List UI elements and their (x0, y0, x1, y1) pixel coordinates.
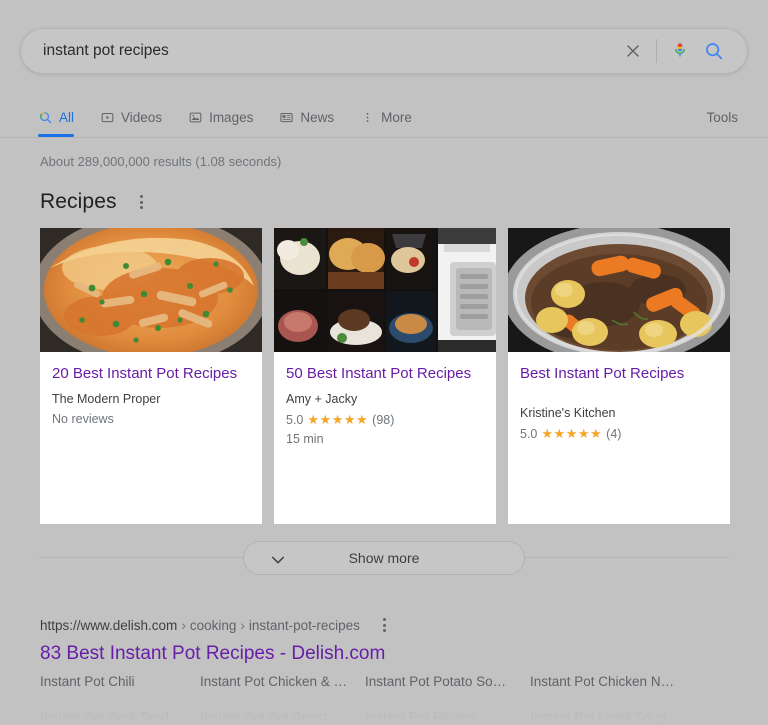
rating-value: 5.0 (520, 427, 538, 441)
recipe-image (274, 228, 496, 352)
search-nav: All Videos Images News More Tools (0, 98, 768, 138)
rating-count: (4) (606, 427, 622, 441)
news-icon (279, 110, 294, 125)
sitelink[interactable]: Instant Pot Chicken & … (200, 674, 365, 689)
tab-videos[interactable]: Videos (100, 98, 162, 136)
recipe-rating: 5.0 ★★★★★ (98) (286, 412, 484, 428)
recipe-collage-photo (274, 228, 496, 352)
microphone-icon (675, 43, 685, 57)
search-bar[interactable] (20, 28, 748, 74)
voice-search-button[interactable] (663, 34, 697, 68)
recipe-card[interactable]: Best Instant Pot Recipes Kristine's Kitc… (508, 228, 730, 524)
rating-count: (98) (372, 413, 395, 427)
search-divider (656, 39, 657, 63)
breadcrumb-separator: › (240, 617, 245, 633)
tab-all[interactable]: All (38, 98, 75, 137)
search-icon (706, 43, 723, 60)
show-more-section: Show more (38, 541, 730, 575)
tab-all-label: All (59, 109, 75, 125)
search-input[interactable] (21, 29, 616, 73)
tab-news[interactable]: News (279, 98, 334, 136)
recipe-card[interactable]: 50 Best Instant Pot Recipes Amy + Jacky … (274, 228, 496, 524)
tab-videos-label: Videos (121, 109, 163, 125)
recipe-source: Amy + Jacky (286, 392, 358, 406)
tab-more[interactable]: More (360, 98, 412, 136)
tab-more-label: More (381, 109, 412, 125)
recipe-title[interactable]: 20 Best Instant Pot Recipes (52, 364, 250, 384)
show-more-button[interactable]: Show more (243, 541, 525, 575)
sitelink[interactable]: Instant Pot Pot Roast … (200, 710, 365, 725)
recipe-image (508, 228, 730, 352)
search-tabs: All Videos Images News More (38, 98, 438, 137)
tab-images[interactable]: Images (188, 98, 253, 136)
recipes-heading: Recipes (40, 190, 117, 213)
url-domain: https://www.delish.com (40, 617, 178, 633)
recipe-card-body: 50 Best Instant Pot Recipes Amy + Jacky … (274, 352, 496, 446)
recipes-carousel: 20 Best Instant Pot Recipes The Modern P… (40, 228, 730, 524)
image-icon (188, 110, 203, 125)
close-icon (627, 45, 639, 57)
pot-roast-photo (508, 228, 730, 352)
sitelink[interactable]: Instant Pot Risotto (365, 710, 530, 725)
sitelink[interactable]: Instant Pot Chicken N… (530, 674, 695, 689)
recipes-menu-button[interactable] (131, 191, 153, 213)
clear-search-button[interactable] (616, 34, 650, 68)
sitelink[interactable]: Instant Pot Potato So… (365, 674, 530, 689)
show-more-label: Show more (348, 550, 420, 566)
tools-button[interactable]: Tools (706, 98, 738, 136)
recipe-image (40, 228, 262, 352)
search-icon (38, 110, 53, 125)
search-results-page: All Videos (0, 0, 768, 725)
organic-result: https://www.delish.com › cooking › insta… (40, 614, 740, 666)
tab-news-label: News (300, 109, 335, 125)
search-actions (616, 34, 747, 68)
result-menu-button[interactable] (374, 614, 396, 636)
chevron-down-icon (270, 553, 286, 569)
recipe-source: The Modern Proper (52, 392, 161, 406)
url-crumb-1: cooking (189, 617, 237, 633)
result-stats: About 289,000,000 results (1.08 seconds) (40, 154, 282, 169)
recipe-source: Kristine's Kitchen (520, 406, 616, 420)
recipe-card-body: Best Instant Pot Recipes Kristine's Kitc… (508, 352, 730, 442)
sitelink[interactable]: Instant Pot Lentil Soup (530, 710, 695, 725)
result-title[interactable]: 83 Best Instant Pot Recipes - Delish.com (40, 642, 740, 666)
search-submit-button[interactable] (697, 34, 731, 68)
rating-stars: ★★★★★ (307, 412, 369, 427)
recipe-reviews: No reviews (52, 412, 114, 426)
tab-images-label: Images (209, 109, 254, 125)
recipe-title[interactable]: Best Instant Pot Recipes (520, 364, 718, 384)
recipe-card[interactable]: 20 Best Instant Pot Recipes The Modern P… (40, 228, 262, 524)
rating-stars: ★★★★★ (541, 426, 603, 441)
kebab-icon (360, 110, 375, 125)
recipe-rating: 5.0 ★★★★★ (4) (520, 426, 718, 442)
sitelink[interactable]: Instant Pot Pork Tend… (40, 710, 200, 725)
url-crumb-2: instant-pot-recipes (248, 617, 360, 633)
recipe-card-body: 20 Best Instant Pot Recipes The Modern P… (40, 352, 262, 426)
recipe-title[interactable]: 50 Best Instant Pot Recipes (286, 364, 484, 384)
result-url[interactable]: https://www.delish.com › cooking › insta… (40, 614, 740, 636)
breadcrumb-separator: › (181, 617, 186, 633)
video-icon (100, 110, 115, 125)
recipe-time: 15 min (286, 432, 324, 446)
nav-divider (0, 137, 768, 138)
shredded-chicken-photo (40, 228, 262, 352)
tools-label: Tools (706, 109, 738, 125)
rating-value: 5.0 (286, 413, 304, 427)
recipes-header: Recipes (40, 190, 153, 214)
sitelinks-grid: Instant Pot Chili Instant Pot Chicken & … (40, 674, 740, 725)
sitelink[interactable]: Instant Pot Chili (40, 674, 200, 689)
